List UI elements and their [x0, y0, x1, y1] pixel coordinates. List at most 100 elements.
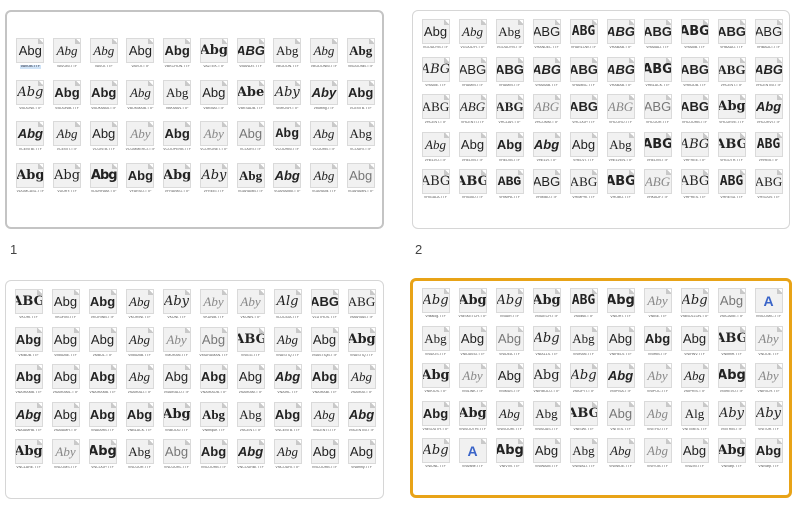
font-file-item[interactable]: Abg VGOUDYI.TTF — [454, 19, 491, 50]
font-file-item[interactable]: Abg VNIOPTI.TTF — [565, 363, 602, 394]
font-file-item[interactable]: Aby Vbutting.TTF — [306, 79, 343, 111]
font-file-item[interactable]: Aby VFREEI.TTF — [196, 162, 233, 194]
font-file-item[interactable]: Abg VNIHAN.TTF — [565, 325, 602, 357]
font-file-item[interactable]: Abg VNIPISA.TTF — [602, 363, 639, 394]
font-panel-4[interactable]: Abg Vnitalog.TTF Abg VNISKETCH.TTF Abg VNIAIR… — [410, 278, 792, 498]
font-file-item[interactable]: Aby VNITUR.TTF — [750, 400, 787, 432]
font-file-item[interactable]: Abg VBOKMAB.TTF — [85, 79, 122, 111]
font-file-item[interactable]: Abg VNASTIQ.TTF — [269, 326, 306, 358]
font-file-item[interactable]: ABG VHRESU.TTF — [713, 169, 750, 200]
font-file-item[interactable]: ABG VHCENT.TTF — [713, 56, 750, 88]
font-file-item[interactable]: Aby VNIRICH.TTF — [750, 363, 787, 394]
font-file-item[interactable]: ABG VHAMIN.TTF — [454, 56, 491, 88]
font-file-item[interactable]: ABG VHBAULT.TTF — [750, 19, 787, 50]
font-file-item[interactable]: ABG VHBODB.TTF — [676, 56, 713, 88]
font-file-item[interactable]: Abg VNCOURI.TTF — [269, 439, 306, 470]
font-file-item[interactable]: ABG VHIGBO.TTF — [454, 169, 491, 200]
font-file-item[interactable]: ABG VHCENTBI.TTF — [750, 56, 787, 88]
font-file-item[interactable]: Abg VNASTIQB.TTF — [306, 326, 343, 358]
font-file-item[interactable]: Abg VNIHNV.TTF — [676, 325, 713, 357]
font-file-item[interactable]: Abg VMBUBB.TTF — [121, 326, 158, 358]
font-file-item[interactable]: Abg VNCOURB.TTF — [306, 439, 343, 470]
font-file-item[interactable]: Aby VNITRIB.TTF — [713, 400, 750, 432]
font-file-item[interactable]: Abg VNAIAMH.TTF — [47, 401, 84, 433]
font-file-item[interactable]: Abg VNIALLS.TTF — [528, 325, 565, 357]
font-file-item[interactable]: Aby VNIPOC.TTF — [639, 363, 676, 394]
font-file-item[interactable]: Abg VNIWAIM.TTF — [528, 438, 565, 469]
font-file-item[interactable]: A VNIvarle.TTF — [454, 438, 491, 469]
font-file-item[interactable]: Abg VKORIN.TTF — [47, 289, 84, 320]
font-file-item[interactable]: ABG VHELVN.TTF — [639, 131, 676, 163]
font-file-item[interactable]: Abg VNBLACK.TTF — [121, 401, 158, 433]
font-file-item[interactable]: ABG VHARLOW.TTF — [565, 19, 602, 50]
font-file-item[interactable]: Abg VNAIRALI.TTF — [121, 364, 158, 395]
font-file-item[interactable]: Abg VGARAMN.TTF — [342, 162, 379, 194]
font-file-item[interactable]: Alg VNITIMES.TTF — [676, 400, 713, 432]
font-panel-1[interactable]: Abg VAVOB.TTF Abg VAVOBI.TTF Abg VAVOI.TTF Abg… — [5, 10, 384, 229]
font-file-item[interactable]: Abg Vnitalog.TTF — [417, 288, 454, 319]
font-file-item[interactable]: ABG VHANDEL.TTF — [528, 19, 565, 50]
font-file-item[interactable]: Abg VNIHIB.TTF — [639, 325, 676, 357]
font-file-item[interactable]: Abg VNISOUTHI.TTF — [454, 400, 491, 432]
font-file-item[interactable]: Abg VCOOPERB.TTF — [159, 121, 196, 152]
font-file-item[interactable]: Abg VNITHO.TTF — [639, 400, 676, 432]
font-file-item[interactable]: Abg VHELVEN.TTF — [602, 131, 639, 163]
font-file-item[interactable]: Abg VNAIAHB.TTF — [84, 401, 121, 433]
font-file-item[interactable]: Abg VNIUNL.TTF — [417, 438, 454, 469]
font-file-item[interactable]: ABG VHHEB.TTF — [750, 131, 787, 163]
font-file-item[interactable]: Aby VNILINK.TTF — [454, 363, 491, 394]
font-file-item[interactable]: Aby VBRUSH.TTF — [269, 79, 306, 111]
font-file-item[interactable]: Aby VKUNIB.TTF — [195, 289, 232, 320]
font-file-item[interactable]: Abg VBOONIB.TTF — [49, 79, 86, 111]
font-file-item[interactable]: Abg VAVOI.TTF — [122, 38, 159, 69]
font-file-item[interactable]: ABG VHBAULI.TTF — [713, 19, 750, 50]
font-file-item[interactable]: Abg VMURAMAN.TTF — [195, 326, 232, 358]
font-file-item[interactable]: Abg VBKCHON.TTF — [159, 38, 196, 69]
font-file-item[interactable]: Abg VNdmny.TTF — [343, 439, 380, 470]
font-file-item[interactable]: Abg VNISOUTH.TTF — [417, 400, 454, 432]
font-file-item[interactable]: Abg VHCURVI.TTF — [750, 94, 787, 125]
font-file-item[interactable]: Abg VHELVO.TTF — [417, 131, 454, 163]
font-file-item[interactable]: Aby VNIJOE.TTF — [750, 325, 787, 357]
font-file-item[interactable]: Abg VMBUL.TTF — [84, 326, 121, 358]
font-file-item[interactable]: Abg VNIREVO.TTF — [713, 363, 750, 394]
font-file-item[interactable]: Abg VNASTIQ.TTF — [343, 326, 380, 358]
font-file-item[interactable]: Abg VNbrique.TTF — [195, 401, 232, 433]
font-file-item[interactable]: Abg VNBODO.TTF — [158, 401, 195, 433]
font-file-item[interactable]: ABG VHABIB.TTF — [676, 19, 713, 50]
font-file-item[interactable]: Abg VCENTB.TTF — [342, 79, 379, 111]
font-file-item[interactable]: ABG VHABAB.TTF — [602, 56, 639, 88]
font-file-item[interactable]: ABG VHIGALA.TTF — [417, 169, 454, 200]
font-file-item[interactable]: Alg VLUCIDA.TTF — [269, 289, 306, 320]
font-file-item[interactable]: Abg VNIPRIS.TTF — [676, 363, 713, 394]
font-file-item[interactable]: ABG VNIdisk.TTF — [565, 288, 602, 319]
font-file-item[interactable]: Abg VBODON.TTF — [269, 38, 306, 69]
font-file-item[interactable]: Abg VNIWALT.TTF — [565, 438, 602, 469]
font-file-item[interactable]: Abg VNCLARE.TTF — [10, 439, 47, 470]
font-file-item[interactable]: Abg VNISOURI.TTF — [491, 400, 528, 432]
font-file-item[interactable]: Abg VGOUDYB.TTF — [417, 19, 454, 50]
font-file-item[interactable]: Abg VNITES.TTF — [602, 400, 639, 432]
font-file-item[interactable]: Abg VNAIRAOB.TTF — [195, 364, 232, 395]
font-file-item[interactable]: Abg VKORINI.TTF — [121, 289, 158, 320]
font-file-item[interactable]: Abg VNAIRABI.TTF — [306, 364, 343, 395]
font-file-item[interactable]: Aby VCORONET.TTF — [196, 121, 233, 152]
font-file-item[interactable]: Abg VNAIRALO.TTF — [158, 364, 195, 395]
font-file-item[interactable]: Abg VMBUBE.TTF — [47, 326, 84, 358]
font-file-item[interactable]: ABG VHAMAB.TTF — [528, 56, 565, 88]
font-file-item[interactable]: Abg VGARAMBI.TTF — [269, 162, 306, 194]
font-panel-2[interactable]: Abg VGOUDYB.TTF Abg VGOUDYI.TTF Abg VGOUDYN.T… — [412, 10, 790, 229]
font-file-item[interactable]: Abg VNIWIDE.TTF — [602, 438, 639, 469]
font-file-item[interactable]: Abg VCOURI.TTF — [342, 121, 379, 152]
font-file-item[interactable]: ABG VHCOURB.TTF — [676, 94, 713, 125]
font-file-item[interactable]: Abg VNAIRAM.TTF — [232, 364, 269, 395]
font-file-item[interactable]: Abg VFARSO.TTF — [122, 162, 159, 194]
font-file-item[interactable]: Abg VNISKETCH.TTF — [454, 288, 491, 319]
font-file-item[interactable]: Abg VNIYOB.TTF — [639, 438, 676, 469]
font-file-item[interactable]: ABG VHFREE.TTF — [676, 131, 713, 163]
font-file-item[interactable]: Abg VBOKMAIB.TTF — [122, 79, 159, 111]
font-file-item[interactable]: Abg VBKMAI.TTF — [196, 79, 233, 111]
font-file-item[interactable]: Abg VNAIRAMB.TTF — [84, 364, 121, 395]
font-file-item[interactable]: ABG VHCENT.TTF — [417, 94, 454, 125]
font-file-item[interactable]: Abg VHELVT.TTF — [565, 131, 602, 163]
